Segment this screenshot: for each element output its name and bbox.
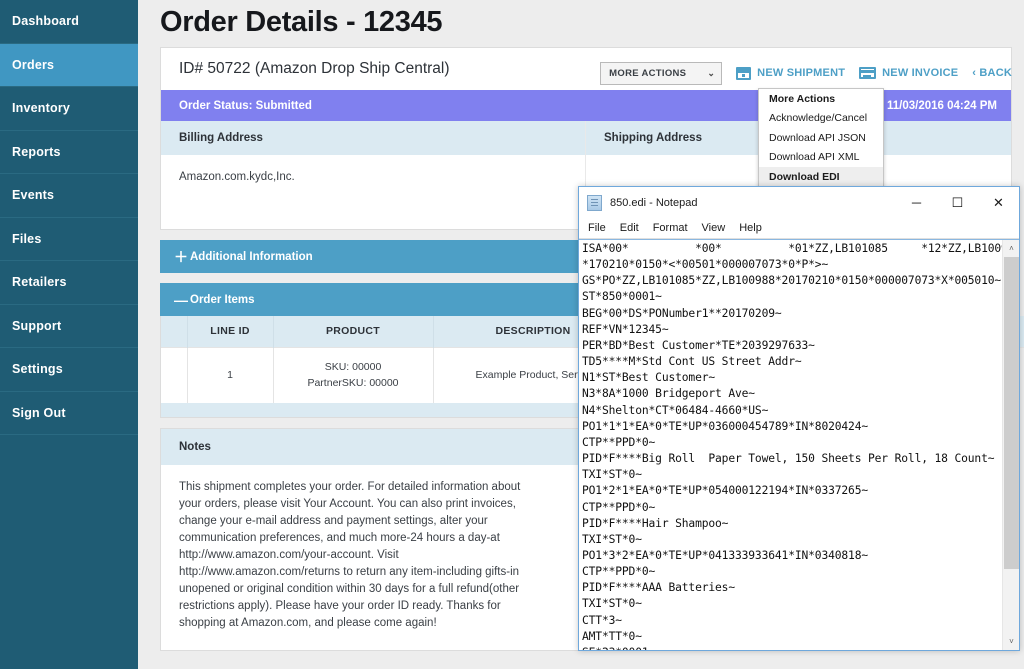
close-button[interactable]: ✕ — [978, 187, 1019, 218]
column-header-line-id: LINE ID — [187, 316, 274, 347]
notepad-text-area[interactable]: ISA*00* *00* *01*ZZ,LB101085 *12*ZZ,LB10… — [579, 239, 1019, 650]
notes-body: This shipment completes your order. For … — [179, 481, 521, 629]
sidebar-item-retailers[interactable]: Retailers — [0, 261, 138, 305]
sidebar-item-label: Support — [12, 318, 62, 333]
order-items-label: Order Items — [190, 293, 255, 306]
invoice-card-icon — [859, 67, 877, 79]
sidebar-item-label: Settings — [12, 362, 63, 377]
sidebar-item-inventory[interactable]: Inventory — [0, 87, 138, 131]
sidebar-item-label: Retailers — [12, 275, 67, 290]
notepad-scrollbar[interactable]: ˄ ˅ — [1002, 240, 1019, 650]
row-select-cell[interactable] — [161, 346, 188, 403]
billing-address-header: Billing Address — [161, 121, 585, 155]
notepad-window-controls: ─ ☐ ✕ — [896, 187, 1019, 218]
additional-information-label: Additional Information — [190, 250, 313, 263]
page-title: Order Details - 12345 — [160, 6, 443, 38]
row-product-partner-sku: PartnerSKU: 00000 — [307, 377, 399, 390]
row-line-id-cell: 1 — [187, 346, 274, 403]
minus-icon: — — [174, 291, 188, 308]
menu-item-more-actions[interactable]: More Actions — [759, 89, 883, 109]
sidebar-item-files[interactable]: Files — [0, 218, 138, 261]
menu-format[interactable]: Format — [653, 222, 688, 234]
notepad-title-text: 850.edi - Notepad — [610, 196, 698, 209]
chevron-down-icon: ⌄ — [707, 67, 716, 78]
menu-edit[interactable]: Edit — [620, 222, 639, 234]
menu-help[interactable]: Help — [739, 222, 762, 234]
menu-item-download-api-xml[interactable]: Download API XML — [759, 148, 883, 168]
sidebar-item-label: Reports — [12, 144, 61, 159]
scrollbar-thumb[interactable] — [1004, 257, 1019, 569]
menu-item-label: Acknowledge/Cancel — [769, 112, 868, 125]
menu-item-label: More Actions — [769, 92, 836, 105]
more-actions-dropdown[interactable]: MORE ACTIONS ⌄ — [600, 61, 723, 85]
billing-address-value: Amazon.com.kydc,Inc. — [179, 171, 295, 183]
notepad-title-bar[interactable]: 850.edi - Notepad ─ ☐ ✕ — [579, 187, 1019, 218]
more-actions-label: MORE ACTIONS — [609, 67, 687, 79]
sidebar-item-label: Dashboard — [12, 14, 80, 29]
minimize-button[interactable]: ─ — [896, 187, 937, 218]
sidebar-item-settings[interactable]: Settings — [0, 348, 138, 392]
column-header-select — [161, 316, 188, 347]
menu-file[interactable]: File — [588, 222, 606, 234]
edi-content-text: ISA*00* *00* *01*ZZ,LB101085 *12*ZZ,LB10… — [582, 242, 1019, 650]
menu-item-acknowledge-cancel[interactable]: Acknowledge/Cancel — [759, 109, 883, 129]
menu-view[interactable]: View — [702, 222, 726, 234]
menu-item-label: Download API JSON — [769, 131, 866, 144]
sidebar-item-reports[interactable]: Reports — [0, 131, 138, 174]
row-product-sku: SKU: 00000 — [324, 361, 382, 374]
new-shipment-button[interactable]: NEW SHIPMENT — [736, 66, 846, 80]
order-status-text: Order Status: Submitted — [179, 99, 312, 112]
scroll-down-icon[interactable]: ˅ — [1003, 633, 1019, 650]
sidebar-item-label: Files — [12, 231, 42, 246]
new-shipment-label: NEW SHIPMENT — [757, 67, 846, 79]
sidebar-item-label: Sign Out — [12, 405, 66, 420]
menu-item-label: Download API XML — [769, 151, 860, 164]
sidebar-item-label: Events — [12, 188, 55, 203]
order-id-text: ID# 50722 (Amazon Drop Ship Central) — [179, 60, 450, 77]
notepad-window[interactable]: 850.edi - Notepad ─ ☐ ✕ File Edit Format… — [578, 186, 1020, 651]
shipment-box-icon — [736, 66, 752, 80]
sidebar-item-events[interactable]: Events — [0, 174, 138, 218]
plus-icon: ＋ — [174, 248, 188, 265]
billing-address-block: Billing Address Amazon.com.kydc,Inc. — [161, 121, 586, 229]
maximize-button[interactable]: ☐ — [937, 187, 978, 218]
row-product-cell: SKU: 00000 PartnerSKU: 00000 — [273, 346, 434, 403]
menu-item-download-api-json[interactable]: Download API JSON — [759, 128, 883, 148]
sidebar: Dashboard Orders Inventory Reports Event… — [0, 0, 138, 669]
sidebar-item-dashboard[interactable]: Dashboard — [0, 0, 138, 44]
more-actions-menu: More Actions Acknowledge/Cancel Download… — [758, 88, 884, 188]
sidebar-item-orders[interactable]: Orders — [0, 43, 138, 87]
menu-item-download-edi[interactable]: Download EDI — [759, 167, 883, 187]
menu-item-label: Download EDI — [769, 170, 840, 183]
sidebar-item-support[interactable]: Support — [0, 305, 138, 348]
back-button[interactable]: ‹ BACK — [972, 67, 1012, 79]
notepad-document-icon — [587, 194, 602, 211]
sidebar-item-label: Inventory — [12, 101, 71, 116]
new-invoice-label: NEW INVOICE — [882, 67, 959, 79]
sidebar-item-label: Orders — [12, 57, 55, 72]
column-header-product: PRODUCT — [273, 316, 434, 347]
app-root: Dashboard Orders Inventory Reports Event… — [0, 0, 1024, 669]
sidebar-item-sign-out[interactable]: Sign Out — [0, 392, 138, 435]
new-invoice-button[interactable]: NEW INVOICE — [859, 67, 958, 79]
notepad-menu-bar: File Edit Format View Help — [579, 218, 1019, 239]
scroll-up-icon[interactable]: ˄ — [1003, 240, 1019, 257]
back-label: ‹ BACK — [972, 67, 1012, 79]
